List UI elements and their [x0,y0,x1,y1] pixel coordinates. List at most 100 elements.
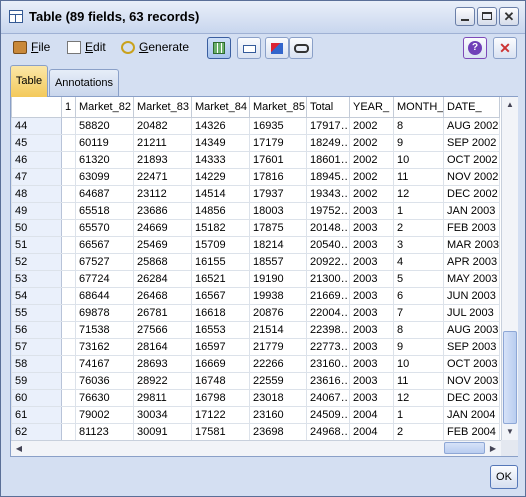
column-header[interactable]: MONTH_ [393,97,444,118]
print-button[interactable] [237,37,261,59]
table-cell[interactable]: 2002 [349,185,394,203]
table-cell[interactable]: OCT 2002 [443,151,500,169]
vertical-scroll-thumb[interactable] [503,331,517,424]
table-cell[interactable]: 26781 [133,304,192,322]
table-cell[interactable]: 65518 [75,202,134,220]
table-cell[interactable]: 2003 [349,338,394,356]
table-cell[interactable]: 19938 [249,287,307,305]
title-bar[interactable]: Table (89 fields, 63 records) ✕ [1,1,525,34]
table-cell[interactable]: 17917… [306,117,350,135]
table-cell[interactable]: 3 [393,236,444,254]
table-row[interactable]: 61 79002 30034 17122 23160 24509… 2004 1 JAN 200… [11,406,500,424]
table-cell[interactable]: 2003 [349,202,394,220]
table-cell[interactable]: 2 [393,423,444,440]
table-row[interactable]: 60 76630 29811 16798 23018 24067… 2003 12 DEC 20… [11,389,500,407]
table-cell[interactable]: 14333 [191,151,250,169]
table-cell[interactable]: 2003 [349,236,394,254]
table-cell[interactable]: 11 [393,372,444,390]
data-grid[interactable]: 1 Market_82 Market_83 Market_84 Market_85 Tot… [11,97,501,440]
table-cell[interactable]: MAY 2003 [443,270,500,288]
partial-column-cell[interactable] [61,236,76,254]
table-cell[interactable]: 29811 [133,389,192,407]
table-cell[interactable]: MAR 2003 [443,236,500,254]
table-cell[interactable]: 26468 [133,287,192,305]
table-cell[interactable]: 68644 [75,287,134,305]
table-cell[interactable]: OCT 2003 [443,355,500,373]
column-header[interactable]: Market_85 [249,97,307,118]
table-cell[interactable]: 67724 [75,270,134,288]
table-cell[interactable]: 23616… [306,372,350,390]
partial-column-cell[interactable] [61,321,76,339]
table-cell[interactable]: 19343… [306,185,350,203]
table-cell[interactable]: 69878 [75,304,134,322]
ok-button[interactable]: OK [490,465,518,489]
table-cell[interactable]: 2 [393,219,444,237]
table-cell[interactable]: 2002 [349,117,394,135]
partial-column-cell[interactable] [61,134,76,152]
column-header[interactable]: Market_83 [133,97,192,118]
column-header[interactable]: Market_82 [75,97,134,118]
partial-column-cell[interactable] [61,406,76,424]
table-cell[interactable]: 20482 [133,117,192,135]
table-cell[interactable]: SEP 2003 [443,338,500,356]
horizontal-scrollbar[interactable]: ◀ ▶ [11,440,501,456]
table-cell[interactable]: 18214 [249,236,307,254]
partial-column-cell[interactable] [61,372,76,390]
table-cell[interactable]: 24509… [306,406,350,424]
column-header[interactable]: Market_84 [191,97,250,118]
table-cell[interactable]: 25868 [133,253,192,271]
table-row[interactable]: 48 64687 23112 14514 17937 19343… 2002 12 DEC 20… [11,185,500,203]
table-cell[interactable]: 21893 [133,151,192,169]
table-cell[interactable]: AUG 2002 [443,117,500,135]
table-cell[interactable]: 23112 [133,185,192,203]
partial-column-cell[interactable] [61,304,76,322]
table-cell[interactable]: 28922 [133,372,192,390]
partial-column-cell[interactable] [61,202,76,220]
table-row[interactable]: 45 60119 21211 14349 17179 18249… 2002 9 SEP 200… [11,134,500,152]
table-cell[interactable]: 16155 [191,253,250,271]
partial-column-cell[interactable] [61,168,76,186]
table-row[interactable]: 51 66567 25469 15709 18214 20540… 2003 3 MAR 200… [11,236,500,254]
table-cell[interactable]: 2003 [349,253,394,271]
table-cell[interactable]: 58820 [75,117,134,135]
table-cell[interactable]: 16748 [191,372,250,390]
table-cell[interactable]: 60119 [75,134,134,152]
table-cell[interactable]: 2004 [349,423,394,440]
table-cell[interactable]: 21211 [133,134,192,152]
table-cell[interactable]: 21669… [306,287,350,305]
table-cell[interactable]: 18601… [306,151,350,169]
table-cell[interactable]: 23686 [133,202,192,220]
vertical-scrollbar[interactable]: ▲ ▼ [501,97,518,440]
file-menu[interactable]: File [13,38,50,56]
partial-column-cell[interactable] [61,219,76,237]
table-cell[interactable]: 5 [393,270,444,288]
table-cell[interactable]: 9 [393,134,444,152]
table-cell[interactable]: 17581 [191,423,250,440]
table-row[interactable]: 53 67724 26284 16521 19190 21300… 2003 5 MAY 200… [11,270,500,288]
table-row[interactable]: 56 71538 27566 16553 21514 22398… 2003 8 AUG 200… [11,321,500,339]
table-cell[interactable]: 14514 [191,185,250,203]
table-cell[interactable]: 11 [393,168,444,186]
table-cell[interactable]: 9 [393,338,444,356]
table-cell[interactable]: 24669 [133,219,192,237]
maximize-button[interactable] [477,7,497,26]
table-row[interactable]: 59 76036 28922 16748 22559 23616… 2003 11 NOV 20… [11,372,500,390]
table-cell[interactable]: FEB 2003 [443,219,500,237]
table-cell[interactable]: 1 [393,202,444,220]
table-cell[interactable]: 2003 [349,287,394,305]
table-cell[interactable]: 76630 [75,389,134,407]
table-cell[interactable]: 16521 [191,270,250,288]
table-cell[interactable]: 16798 [191,389,250,407]
table-cell[interactable]: 4 [393,253,444,271]
table-cell[interactable]: 23698 [249,423,307,440]
table-cell[interactable]: 21300… [306,270,350,288]
table-cell[interactable]: 23160 [249,406,307,424]
table-row[interactable]: 54 68644 26468 16567 19938 21669… 2003 6 JUN 200… [11,287,500,305]
help-button[interactable]: ? [463,37,487,59]
table-cell[interactable]: 79002 [75,406,134,424]
table-cell[interactable]: 22004… [306,304,350,322]
table-row[interactable]: 55 69878 26781 16618 20876 22004… 2003 7 JUL 200… [11,304,500,322]
table-row[interactable]: 44 58820 20482 14326 16935 17917… 2002 8 AUG 200… [11,117,500,135]
table-row[interactable]: 52 67527 25868 16155 18557 20922… 2003 4 APR 200… [11,253,500,271]
table-cell[interactable]: 24968… [306,423,350,440]
